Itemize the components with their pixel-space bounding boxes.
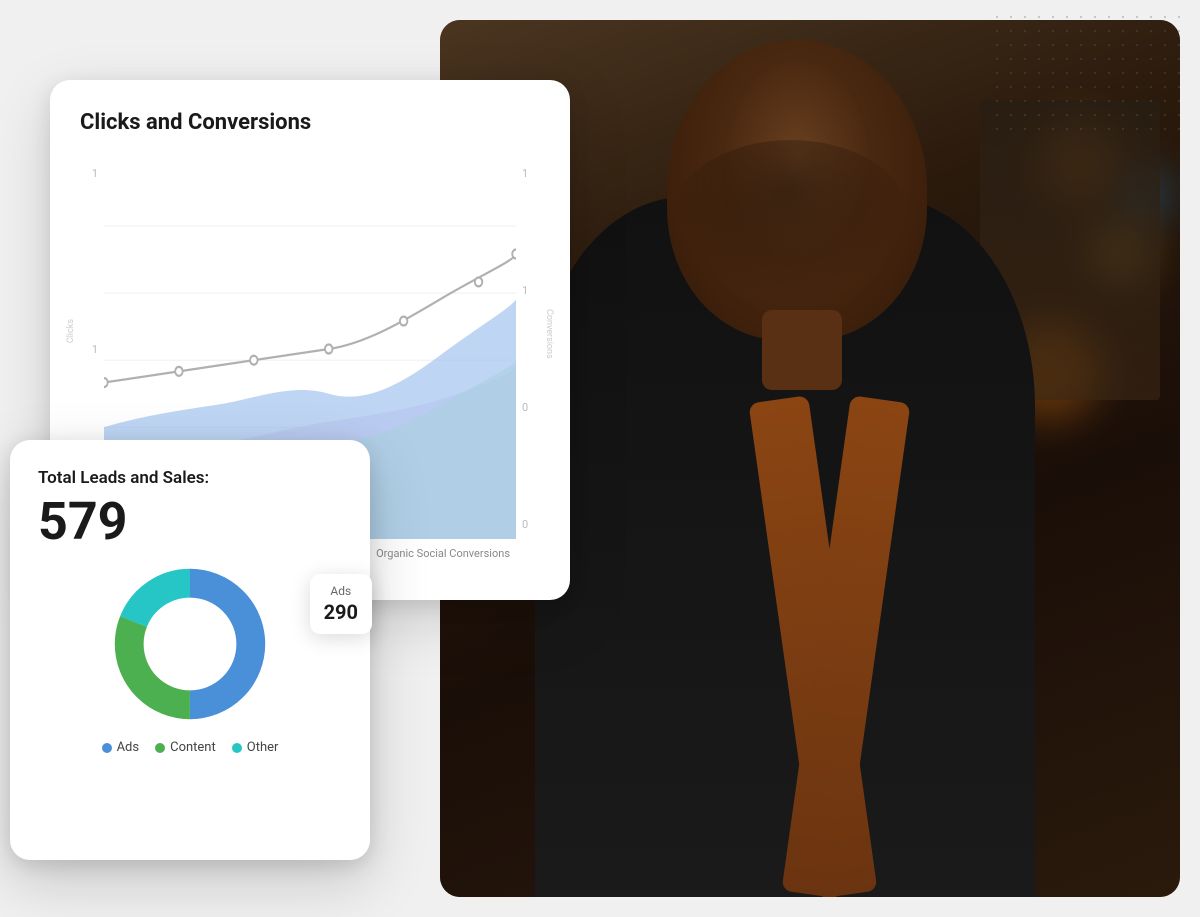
y-left-2: 1 [80,343,98,356]
legend-dot-ads [102,743,112,753]
legend-dot-other [232,743,242,753]
donut-chart [110,564,270,724]
dot-2 [175,367,182,376]
y-left-1: 1 [80,167,98,180]
legend-ads: Ads [102,740,140,755]
tooltip-value: 290 [324,600,358,624]
dot-6 [475,277,482,286]
legend-other: Other [232,740,279,755]
clicks-card-title: Clicks and Conversions [80,110,540,135]
face-shadow [671,140,911,300]
donut-wrapper: Ads 290 [38,564,342,724]
legend-dot-content [155,743,165,753]
dot-3 [250,356,257,365]
y-right-4: 0 [522,518,540,531]
donut-svg [110,564,270,724]
dot-pattern [990,10,1190,130]
neck [762,310,842,390]
ads-tooltip: Ads 290 [310,574,372,634]
dot-1 [104,378,108,387]
legend-label-ads: Ads [117,740,140,755]
leads-sales-card: Total Leads and Sales: 579 Ads 290 [10,440,370,860]
leads-title: Total Leads and Sales: [38,468,342,488]
dot-4 [325,345,332,354]
conversions-label: Conversions [544,309,554,359]
tooltip-label: Ads [324,584,358,598]
chart-legend: Ads Content Other [38,740,342,755]
clicks-label: Clicks [66,319,76,343]
y-right-3: 0 [522,401,540,414]
legend-label-other: Other [247,740,279,755]
y-right-2: 1 [522,284,540,297]
legend-label-content: Content [170,740,216,755]
dot-5 [400,317,407,326]
y-right-1: 1 [522,167,540,180]
legend-content: Content [155,740,216,755]
leads-total: 579 [38,496,342,548]
y-axis-right: 1 1 0 0 Conversions [516,159,540,539]
